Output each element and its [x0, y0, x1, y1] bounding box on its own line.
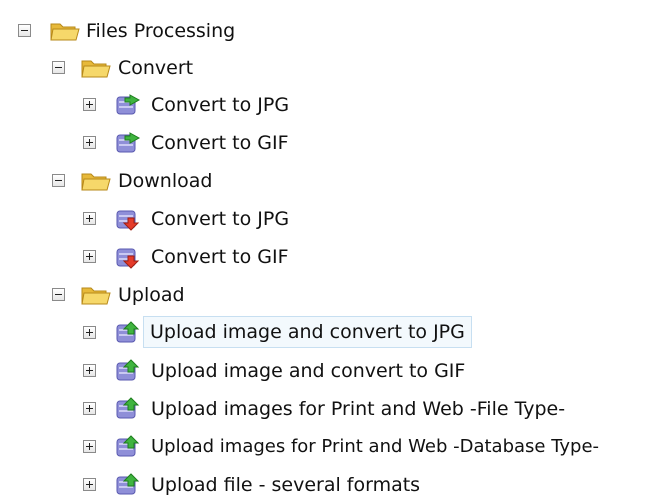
expand-toggle[interactable]: [83, 402, 96, 415]
collapse-toggle[interactable]: [52, 174, 65, 187]
expand-toggle[interactable]: [83, 98, 96, 111]
folder-open-icon: [80, 284, 112, 311]
tree-node-label: Files Processing: [86, 20, 236, 42]
database-upload-icon: [114, 473, 144, 497]
tree-node-label: Upload images for Print and Web -File Ty…: [151, 398, 566, 420]
collapse-toggle[interactable]: [52, 61, 65, 74]
tree-node-upload-print-web-db[interactable]: Upload images for Print and Web -Databas…: [0, 430, 645, 464]
expand-toggle[interactable]: [83, 364, 96, 377]
expand-toggle[interactable]: [83, 440, 96, 453]
expand-toggle[interactable]: [83, 326, 96, 339]
database-upload-icon: [114, 397, 144, 426]
tree-node-label: Convert to JPG: [151, 208, 290, 230]
tree-node-label: Upload file - several formats: [151, 474, 421, 496]
tree-node-download-gif[interactable]: Convert to GIF: [0, 240, 400, 274]
folder-open-icon: [80, 170, 112, 197]
tree-node-files-processing[interactable]: Files Processing: [0, 14, 400, 48]
tree-node-upload[interactable]: Upload: [0, 278, 400, 312]
tree-node-label: Upload: [118, 284, 185, 306]
tree-node-label: Upload image and convert to GIF: [151, 360, 466, 382]
folder-open-icon: [49, 20, 81, 47]
database-download-icon: [114, 207, 144, 236]
tree-node-download[interactable]: Download: [0, 164, 400, 198]
tree-node-convert-jpg[interactable]: Convert to JPG: [0, 88, 400, 122]
tree-node-label: Download: [118, 170, 213, 192]
expand-toggle[interactable]: [83, 136, 96, 149]
database-upload-icon: [114, 435, 144, 464]
database-convert-icon: [114, 131, 144, 160]
database-upload-icon: [114, 359, 144, 388]
tree-node-label: Convert to GIF: [151, 132, 289, 154]
tree-node-download-jpg[interactable]: Convert to JPG: [0, 202, 400, 236]
tree-node-label: Upload image and convert to JPG: [143, 316, 472, 348]
tree-node-upload-gif[interactable]: Upload image and convert to GIF: [0, 354, 500, 388]
database-download-icon: [114, 245, 144, 274]
tree-node-upload-print-web-file[interactable]: Upload images for Print and Web -File Ty…: [0, 392, 565, 426]
tree-node-label: Convert to GIF: [151, 246, 289, 268]
tree-node-label: Upload images for Print and Web -Databas…: [151, 436, 600, 457]
tree-node-convert-gif[interactable]: Convert to GIF: [0, 126, 400, 160]
tree-node-label: Convert: [118, 57, 194, 79]
database-convert-icon: [114, 93, 144, 122]
tree-node-upload-file-formats[interactable]: Upload file - several formats: [0, 468, 500, 497]
collapse-toggle[interactable]: [52, 288, 65, 301]
tree-node-upload-jpg[interactable]: Upload image and convert to JPG: [0, 316, 500, 350]
folder-open-icon: [80, 57, 112, 84]
tree-node-convert[interactable]: Convert: [0, 51, 400, 85]
collapse-toggle[interactable]: [18, 24, 31, 37]
expand-toggle[interactable]: [83, 212, 96, 225]
database-upload-icon: [114, 321, 144, 350]
expand-toggle[interactable]: [83, 478, 96, 491]
tree-node-label: Convert to JPG: [151, 94, 290, 116]
expand-toggle[interactable]: [83, 250, 96, 263]
